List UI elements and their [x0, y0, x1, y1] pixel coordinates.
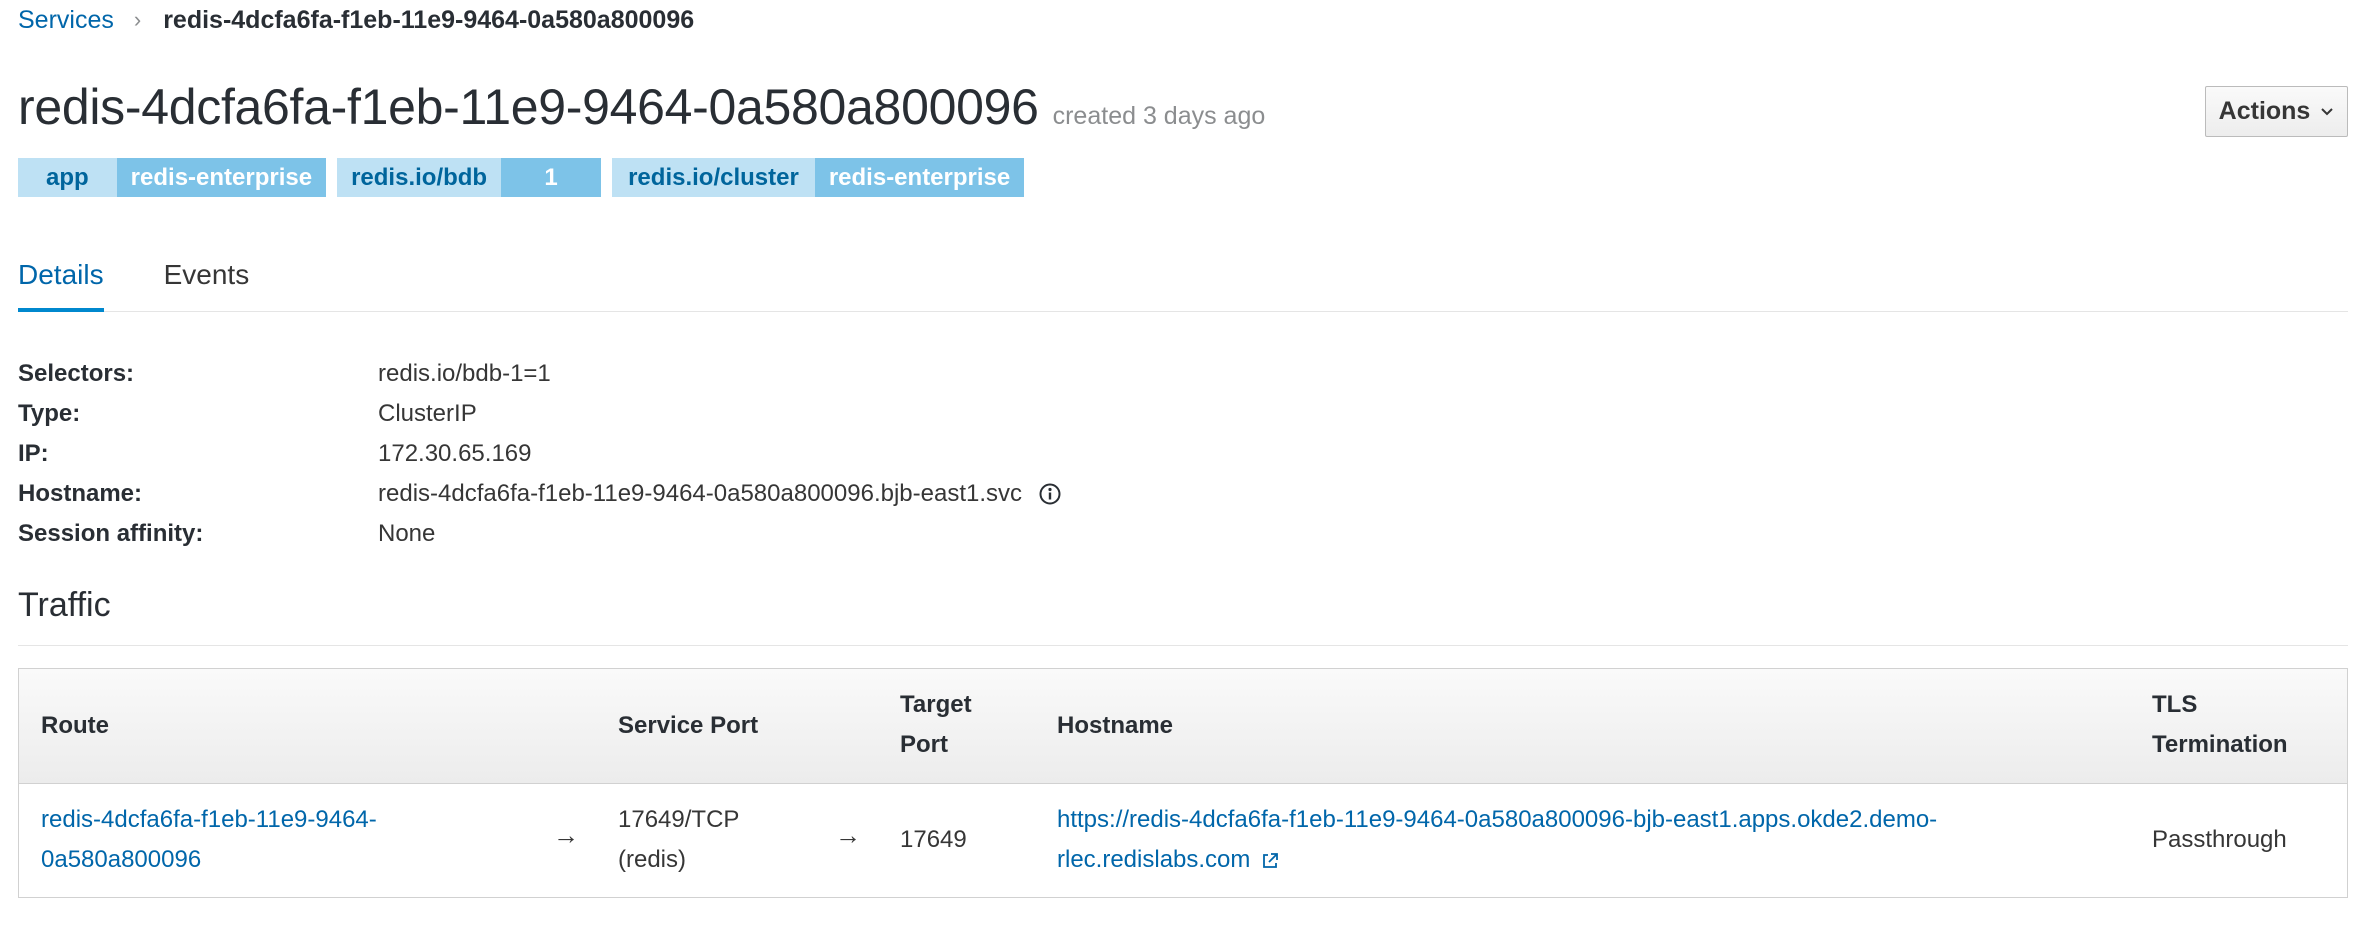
service-details-page: Services › redis-4dcfa6fa-f1eb-11e9-9464…	[0, 0, 2364, 942]
column-header-tls-line1: TLS	[2152, 691, 2198, 718]
breadcrumb: Services › redis-4dcfa6fa-f1eb-11e9-9464…	[18, 4, 694, 36]
tab-bar: Details Events	[18, 251, 2348, 312]
hostname-link-line1: https://redis-4dcfa6fa-f1eb-11e9-9464-0a…	[1057, 806, 1938, 833]
table-header: Route Service Port Target Port Hostname …	[19, 669, 2347, 784]
label-value: redis-enterprise	[814, 158, 1025, 197]
column-header-target-port: Target Port	[900, 685, 972, 765]
hostname-link-line2-wrapper: rlec.redislabs.com	[1057, 840, 1937, 880]
detail-value: None	[378, 520, 436, 547]
column-header-route: Route	[41, 712, 109, 739]
traffic-table: Route Service Port Target Port Hostname …	[18, 668, 2348, 898]
detail-value: redis-4dcfa6fa-f1eb-11e9-9464-0a580a8000…	[378, 480, 1023, 507]
labels-list: app redis-enterprise redis.io/bdb 1 redi…	[18, 158, 1025, 197]
detail-row-type: Type: ClusterIP	[18, 394, 1062, 434]
label-app[interactable]: app redis-enterprise	[18, 158, 327, 197]
created-timestamp: created 3 days ago	[1052, 102, 1266, 130]
hostname-link-line2: rlec.redislabs.com	[1057, 846, 1251, 873]
detail-value: redis.io/bdb-1=1	[378, 360, 551, 387]
tab-events[interactable]: Events	[164, 251, 250, 312]
detail-row-ip: IP: 172.30.65.169	[18, 434, 1062, 474]
route-link-line1: redis-4dcfa6fa-f1eb-11e9-9464-	[41, 806, 377, 833]
route-link-line2: 0a580a800096	[41, 846, 202, 873]
detail-key: IP:	[18, 440, 49, 467]
column-header-tls-line2: Termination	[2152, 731, 2288, 758]
label-value: 1	[501, 158, 602, 197]
service-port-line1: 17649/TCP	[618, 806, 740, 833]
column-header-hostname: Hostname	[1057, 712, 1174, 739]
label-redis-bdb[interactable]: redis.io/bdb 1	[337, 158, 602, 197]
tab-details[interactable]: Details	[18, 251, 104, 312]
right-arrow-icon: →	[553, 820, 579, 850]
service-port-cell: 17649/TCP (redis)	[618, 800, 739, 880]
tls-termination-cell: Passthrough	[2152, 826, 2287, 853]
title-row: redis-4dcfa6fa-f1eb-11e9-9464-0a580a8000…	[18, 78, 1265, 136]
hostname-link[interactable]: https://redis-4dcfa6fa-f1eb-11e9-9464-0a…	[1057, 800, 1937, 880]
detail-key: Type:	[18, 400, 81, 427]
chevron-down-icon	[2321, 107, 2334, 115]
detail-key: Session affinity:	[18, 520, 204, 547]
label-redis-cluster[interactable]: redis.io/cluster redis-enterprise	[612, 158, 1025, 197]
column-header-target-port-line2: Port	[900, 731, 948, 758]
detail-row-hostname: Hostname: redis-4dcfa6fa-f1eb-11e9-9464-…	[18, 474, 1062, 514]
detail-value: ClusterIP	[378, 400, 477, 427]
label-key: redis.io/cluster	[612, 158, 815, 197]
label-key: redis.io/bdb	[337, 158, 502, 197]
detail-row-selectors: Selectors: redis.io/bdb-1=1	[18, 354, 1062, 394]
detail-key: Hostname:	[18, 480, 143, 507]
target-port-cell: 17649	[900, 826, 967, 853]
label-value: redis-enterprise	[116, 158, 327, 197]
service-port-line2: (redis)	[618, 846, 687, 873]
breadcrumb-current: redis-4dcfa6fa-f1eb-11e9-9464-0a580a8000…	[163, 6, 695, 34]
details-list: Selectors: redis.io/bdb-1=1 Type: Cluste…	[18, 354, 1062, 554]
column-header-tls-termination: TLS Termination	[2152, 685, 2288, 765]
table-row: redis-4dcfa6fa-f1eb-11e9-9464- 0a580a800…	[19, 784, 2347, 897]
breadcrumb-separator: ›	[133, 7, 142, 32]
breadcrumb-services-link[interactable]: Services	[18, 4, 114, 36]
column-header-service-port: Service Port	[618, 712, 759, 739]
column-header-target-port-line1: Target	[900, 691, 972, 718]
route-link[interactable]: redis-4dcfa6fa-f1eb-11e9-9464- 0a580a800…	[41, 800, 377, 880]
actions-button[interactable]: Actions	[2205, 86, 2348, 137]
detail-value: 172.30.65.169	[378, 440, 532, 467]
traffic-section-title: Traffic	[18, 586, 2348, 646]
actions-label: Actions	[2218, 97, 2311, 125]
label-key: app	[18, 158, 117, 197]
detail-value-wrapper: redis-4dcfa6fa-f1eb-11e9-9464-0a580a8000…	[378, 480, 1062, 508]
route-cell: redis-4dcfa6fa-f1eb-11e9-9464- 0a580a800…	[41, 800, 377, 880]
info-circle-icon[interactable]	[1038, 482, 1062, 506]
right-arrow-icon: →	[835, 820, 861, 850]
detail-key: Selectors:	[18, 360, 135, 387]
detail-row-session-affinity: Session affinity: None	[18, 514, 1062, 554]
page-title: redis-4dcfa6fa-f1eb-11e9-9464-0a580a8000…	[18, 79, 1039, 135]
external-link-icon	[1263, 852, 1278, 868]
hostname-cell: https://redis-4dcfa6fa-f1eb-11e9-9464-0a…	[1057, 800, 1937, 880]
